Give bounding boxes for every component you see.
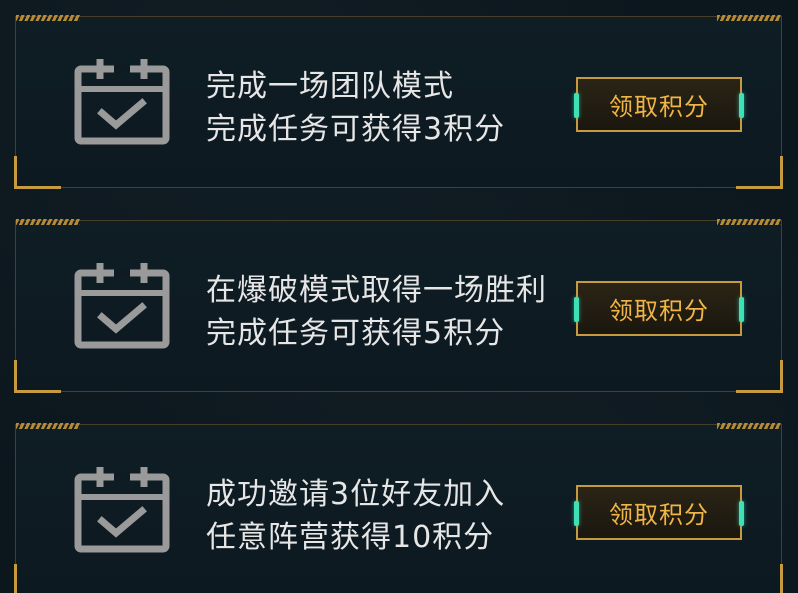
task-reward: 完成任务可获得3积分 [206, 112, 506, 147]
task-reward: 完成任务可获得5积分 [206, 316, 506, 351]
task-title: 成功邀请3位好友加入 [206, 477, 506, 512]
task-text: 在爆破模式取得一场胜利 完成任务可获得5积分 [206, 269, 547, 355]
decor-corner [14, 564, 61, 593]
claim-points-button[interactable]: 领取积分 [574, 77, 744, 132]
button-tab-decor [739, 93, 744, 118]
task-title: 完成一场团队模式 [206, 69, 454, 104]
calendar-check-icon [74, 59, 170, 145]
claim-button-label: 领取积分 [609, 297, 709, 325]
button-tab-decor [574, 501, 579, 526]
task-card: 完成一场团队模式 完成任务可获得3积分 领取积分 [14, 15, 783, 189]
task-card: 成功邀请3位好友加入 任意阵营获得10积分 领取积分 [14, 423, 783, 593]
calendar-check-icon [74, 263, 170, 349]
decor-corner [736, 564, 783, 593]
task-list-page: 完成一场团队模式 完成任务可获得3积分 领取积分 在爆破模式取得一场胜利 完成任… [0, 0, 798, 593]
decor-hatch [16, 423, 80, 429]
decor-hatch [16, 15, 80, 21]
decor-corner [14, 360, 61, 393]
claim-points-button[interactable]: 领取积分 [574, 485, 744, 540]
claim-points-button[interactable]: 领取积分 [574, 281, 744, 336]
decor-hatch [16, 219, 80, 225]
task-text: 成功邀请3位好友加入 任意阵营获得10积分 [206, 473, 505, 559]
task-text: 完成一场团队模式 完成任务可获得3积分 [206, 65, 505, 151]
calendar-check-icon [74, 467, 170, 553]
decor-hatch [717, 423, 781, 429]
button-tab-decor [574, 297, 579, 322]
decor-corner [14, 156, 61, 189]
decor-hatch [717, 15, 781, 21]
button-tab-decor [574, 93, 579, 118]
task-card: 在爆破模式取得一场胜利 完成任务可获得5积分 领取积分 [14, 219, 783, 393]
claim-button-label: 领取积分 [609, 501, 709, 529]
task-reward: 任意阵营获得10积分 [206, 520, 495, 555]
claim-button-label: 领取积分 [609, 93, 709, 121]
button-tab-decor [739, 501, 744, 526]
button-tab-decor [739, 297, 744, 322]
decor-corner [736, 156, 783, 189]
decor-hatch [717, 219, 781, 225]
task-title: 在爆破模式取得一场胜利 [206, 273, 547, 308]
decor-corner [736, 360, 783, 393]
